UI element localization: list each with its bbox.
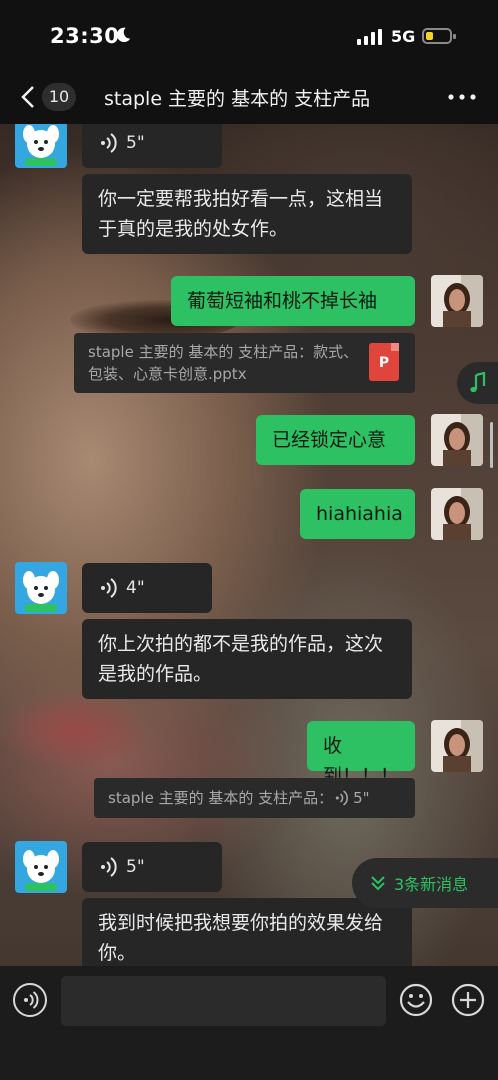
status-time: 23:30 xyxy=(50,24,120,48)
text-message-sent[interactable]: 收到！！！ xyxy=(307,721,415,787)
text-message[interactable]: 你上次拍的都不是我的作品，这次是我的作品。 xyxy=(82,619,412,699)
girl-avatar-icon xyxy=(431,488,483,540)
composer-bar xyxy=(0,966,498,1080)
file-message[interactable]: staple 主要的 基本的 支柱产品：款式、包装、心意卡创意.pptx P xyxy=(74,333,415,393)
dog-avatar-icon xyxy=(23,571,59,612)
girl-avatar-icon xyxy=(431,275,483,327)
music-note-icon xyxy=(470,372,486,393)
girl-avatar-icon xyxy=(431,414,483,466)
more-icon[interactable] xyxy=(448,94,476,100)
dog-avatar-icon xyxy=(23,850,59,891)
battery-nub xyxy=(453,34,456,39)
quoted-message[interactable]: staple 主要的 基本的 支柱产品： 5" xyxy=(94,778,415,818)
emoji-icon[interactable] xyxy=(399,983,433,1017)
message-input[interactable] xyxy=(61,976,386,1026)
chat-header: 10 staple 主要的 基本的 支柱产品 xyxy=(0,70,498,124)
scrollbar[interactable] xyxy=(490,422,493,468)
voice-duration: 5" xyxy=(126,133,145,153)
new-messages-label: 3条新消息 xyxy=(394,875,469,894)
back-chevron-icon[interactable] xyxy=(18,84,38,110)
voice-message[interactable]: 5" xyxy=(82,118,222,168)
battery-icon xyxy=(422,28,456,44)
background-photo-lip xyxy=(0,690,150,770)
girl-avatar-icon xyxy=(431,720,483,772)
new-messages-button[interactable]: 3条新消息 xyxy=(352,858,498,908)
voice-duration: 5" xyxy=(126,857,145,877)
quote-voice-duration: 5" xyxy=(353,789,370,807)
voice-duration: 4" xyxy=(126,578,145,598)
avatar-self[interactable] xyxy=(431,275,483,327)
text-message-sent[interactable]: hiahiahia xyxy=(300,489,415,539)
avatar-self[interactable] xyxy=(431,414,483,466)
voice-wave-icon xyxy=(101,578,117,598)
voice-wave-icon xyxy=(101,133,117,153)
voice-input-icon xyxy=(24,991,39,1009)
chat-title: staple 主要的 基本的 支柱产品 xyxy=(104,88,371,110)
text-message-sent[interactable]: 葡萄短袖和桃不掉长袖 xyxy=(171,276,415,326)
voice-input-button[interactable] xyxy=(13,983,47,1017)
double-chevron-down-icon xyxy=(371,876,385,891)
voice-wave-icon xyxy=(101,857,117,877)
unread-count-badge[interactable]: 10 xyxy=(42,83,76,111)
voice-message[interactable]: 4" xyxy=(82,563,212,613)
status-bar: 23:30 5G xyxy=(0,0,498,70)
file-icon: P xyxy=(369,343,399,381)
avatar-contact[interactable] xyxy=(15,562,67,614)
avatar-self[interactable] xyxy=(431,488,483,540)
plus-icon[interactable] xyxy=(451,983,485,1017)
quote-text: staple 主要的 基本的 支柱产品： xyxy=(108,789,334,807)
text-message-sent[interactable]: 已经锁定心意 xyxy=(256,415,415,465)
text-message[interactable]: 你一定要帮我拍好看一点，这相当于真的是我的处女作。 xyxy=(82,174,412,254)
avatar-contact[interactable] xyxy=(15,841,67,893)
top-bar: 23:30 5G 10 staple 主要的 基本的 支柱产品 xyxy=(0,0,498,124)
moon-icon xyxy=(116,27,131,43)
file-name: staple 主要的 基本的 支柱产品：款式、包装、心意卡创意.pptx xyxy=(88,343,359,383)
network-type: 5G xyxy=(391,27,416,46)
voice-wave-icon xyxy=(335,790,349,806)
signal-icon xyxy=(357,29,382,45)
music-float-button[interactable] xyxy=(457,362,498,404)
avatar-self[interactable] xyxy=(431,720,483,772)
battery-level xyxy=(426,32,433,40)
voice-message[interactable]: 5" xyxy=(82,842,222,892)
